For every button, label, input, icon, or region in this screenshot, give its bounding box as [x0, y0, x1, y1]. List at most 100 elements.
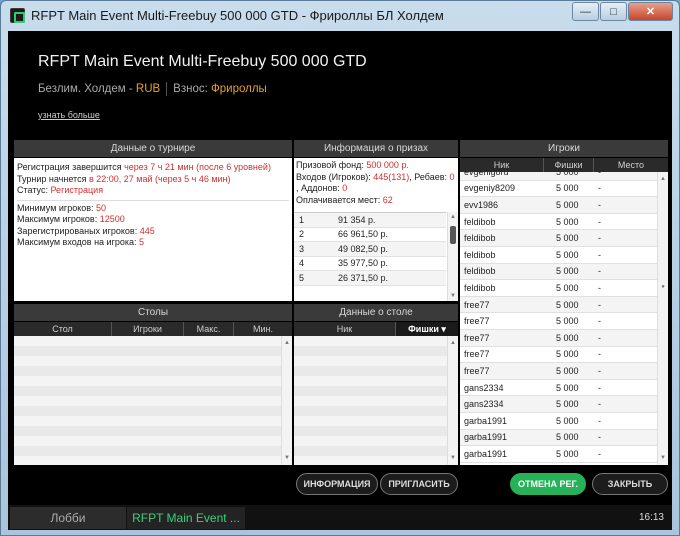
tables-col-min[interactable]: Мин. — [234, 322, 292, 336]
prize-scrollbar[interactable]: ▲ ▼ — [447, 212, 458, 301]
player-row[interactable]: evv1986 5 000 - — [460, 197, 657, 214]
table-data-col-nick[interactable]: Ник — [294, 322, 396, 336]
registered-line: Зарегистрированых игроков: 445 — [17, 226, 289, 238]
minimize-button[interactable]: — — [572, 2, 599, 21]
learn-more-link[interactable]: узнать больше — [38, 110, 100, 120]
player-row[interactable]: feldibob 5 000 - — [460, 280, 657, 297]
invite-button[interactable]: ПРИГЛАСИТЬ — [380, 473, 458, 495]
max-entries-label: Максимум входов на игрока: — [17, 237, 140, 247]
tab-lobby[interactable]: Лобби — [10, 507, 126, 529]
player-row[interactable]: evgenigord5 000- — [460, 172, 657, 181]
prize-rows: 1 91 354 р. 2 66 961,50 р. 3 49 082,50 р. 4 35 … — [294, 213, 446, 286]
player-chips: 5 000 — [556, 233, 579, 244]
scroll-up-icon[interactable]: ▲ — [282, 338, 292, 348]
player-chips: 5 000 — [556, 415, 579, 426]
player-place: - — [594, 172, 657, 177]
player-row[interactable]: evgeniy8209 5 000 - — [460, 181, 657, 198]
prize-table: 1 91 354 р. 2 66 961,50 р. 3 49 082,50 р. 4 35 … — [294, 212, 446, 301]
tables-col-max[interactable]: Макс. — [184, 322, 234, 336]
player-place: - — [598, 349, 601, 360]
registration-line: Регистрация завершится через 7 ч 21 мин … — [17, 162, 289, 174]
players-col-nick[interactable]: Ник — [460, 158, 544, 172]
status-label: Статус: — [17, 185, 51, 195]
player-nick: garba1991 — [464, 415, 508, 426]
player-nick: free77 — [464, 365, 490, 376]
player-row[interactable]: feldibob 5 000 - — [460, 247, 657, 264]
player-place: - — [598, 199, 601, 210]
player-place: - — [598, 299, 601, 310]
player-chips: 5 000 — [544, 172, 594, 177]
close-window-button[interactable]: ✕ — [628, 2, 673, 21]
scroll-up-icon[interactable]: ▲ — [448, 338, 458, 348]
maximize-button[interactable]: □ — [600, 2, 627, 21]
registered-value: 445 — [139, 225, 155, 236]
player-row[interactable]: free77 5 000 - — [460, 313, 657, 330]
game-type: Безлим. Холдем - — [38, 83, 136, 96]
player-row[interactable]: free77 5 000 - — [460, 363, 657, 380]
table-data-list[interactable]: ▲ ▼ — [294, 336, 458, 465]
scroll-down-icon[interactable]: ▼ — [658, 453, 668, 463]
player-chips: 5 000 — [556, 199, 579, 210]
app-logo-icon — [10, 8, 25, 23]
tables-scrollbar[interactable]: ▲ ▼ — [281, 336, 292, 465]
player-nick: gans2334 — [464, 399, 504, 410]
max-entries-line: Максимум входов на игрока: 5 — [17, 237, 289, 249]
tables-col-table[interactable]: Стол — [14, 322, 112, 336]
player-chips: 5 000 — [556, 316, 579, 327]
tables-list[interactable]: ▲ ▼ — [14, 336, 292, 465]
player-nick: free77 — [464, 349, 490, 360]
player-chips: 5 000 — [556, 399, 579, 410]
clock: 16:13 — [638, 512, 664, 523]
scroll-down-icon[interactable]: ▼ — [282, 453, 292, 463]
info-button[interactable]: ИНФОРМАЦИЯ — [296, 473, 378, 495]
tables-heading: Столы — [14, 304, 292, 321]
buyin-label: Взнос: — [173, 83, 212, 96]
paid-places-line: Оплачивается мест: 62 — [296, 195, 456, 207]
players-col-chips[interactable]: Фишки — [544, 158, 594, 172]
player-nick: free77 — [464, 332, 490, 343]
entries-label: Входов (Игроков): — [296, 171, 374, 182]
player-row[interactable]: feldibob 5 000 - — [460, 214, 657, 231]
tab-event[interactable]: RFPT Main Event ... — [127, 507, 245, 529]
prize-amount: 91 354 р. — [338, 214, 376, 225]
scroll-thumb[interactable] — [450, 226, 456, 244]
unregister-button[interactable]: ОТМЕНА РЕГ. — [510, 473, 586, 495]
prize-place: 4 — [299, 258, 305, 269]
player-chips: 5 000 — [556, 266, 579, 277]
player-row[interactable]: garba1991 5 000 - — [460, 446, 657, 463]
player-row[interactable]: free77 5 000 - — [460, 296, 657, 314]
prize-amount: 26 371,50 р. — [338, 272, 389, 283]
players-col-place[interactable]: Место — [594, 158, 668, 172]
player-row[interactable]: feldibob 5 000 - — [460, 230, 657, 247]
rebuys-label: , Ребаев: — [409, 171, 450, 182]
player-row[interactable]: free77 5 000 - — [460, 347, 657, 364]
player-row[interactable]: gans2334 5 000 - — [460, 380, 657, 397]
scroll-down-icon[interactable]: ▼ — [448, 453, 458, 463]
player-row[interactable]: gans2334 5 000 - — [460, 396, 657, 413]
close-button[interactable]: ЗАКРЫТЬ — [592, 473, 668, 495]
player-row[interactable]: garba1991 5 000 - — [460, 429, 657, 447]
addons-value: 0 — [342, 183, 348, 193]
player-nick: feldibob — [464, 216, 496, 227]
prize-row: 4 35 977,50 р. — [294, 257, 446, 271]
player-chips: 5 000 — [556, 349, 579, 360]
divider — [166, 82, 168, 96]
title-bar[interactable]: RFPT Main Event Multi-Freebuy 500 000 GT… — [1, 1, 679, 31]
max-players-label: Максимум игроков: — [17, 214, 100, 224]
scroll-down-icon[interactable]: ▼ — [448, 291, 458, 301]
table-data-col-chips[interactable]: Фишки ▾ — [396, 322, 458, 336]
player-row[interactable]: feldibob 5 000 - — [460, 263, 657, 281]
scroll-up-icon[interactable]: ▲ — [448, 212, 458, 222]
prize-row: 5 26 371,50 р. — [294, 271, 446, 286]
table-data-column-header: Ник Фишки ▾ — [294, 322, 458, 336]
scroll-up-icon[interactable]: ▲ — [658, 174, 668, 184]
rebuys-value: 0 — [449, 171, 455, 182]
prize-place: 2 — [299, 229, 305, 240]
players-scrollbar[interactable]: ▲ ● ▼ — [657, 172, 668, 465]
table-data-scrollbar[interactable]: ▲ ▼ — [447, 336, 458, 465]
scroll-thumb-dot-icon[interactable]: ● — [658, 282, 668, 292]
player-row[interactable]: free77 5 000 - — [460, 329, 657, 347]
tables-col-players[interactable]: Игроки — [112, 322, 184, 336]
player-row[interactable]: garba1991 5 000 - — [460, 413, 657, 430]
paid-places-label: Оплачивается мест: — [296, 194, 383, 205]
